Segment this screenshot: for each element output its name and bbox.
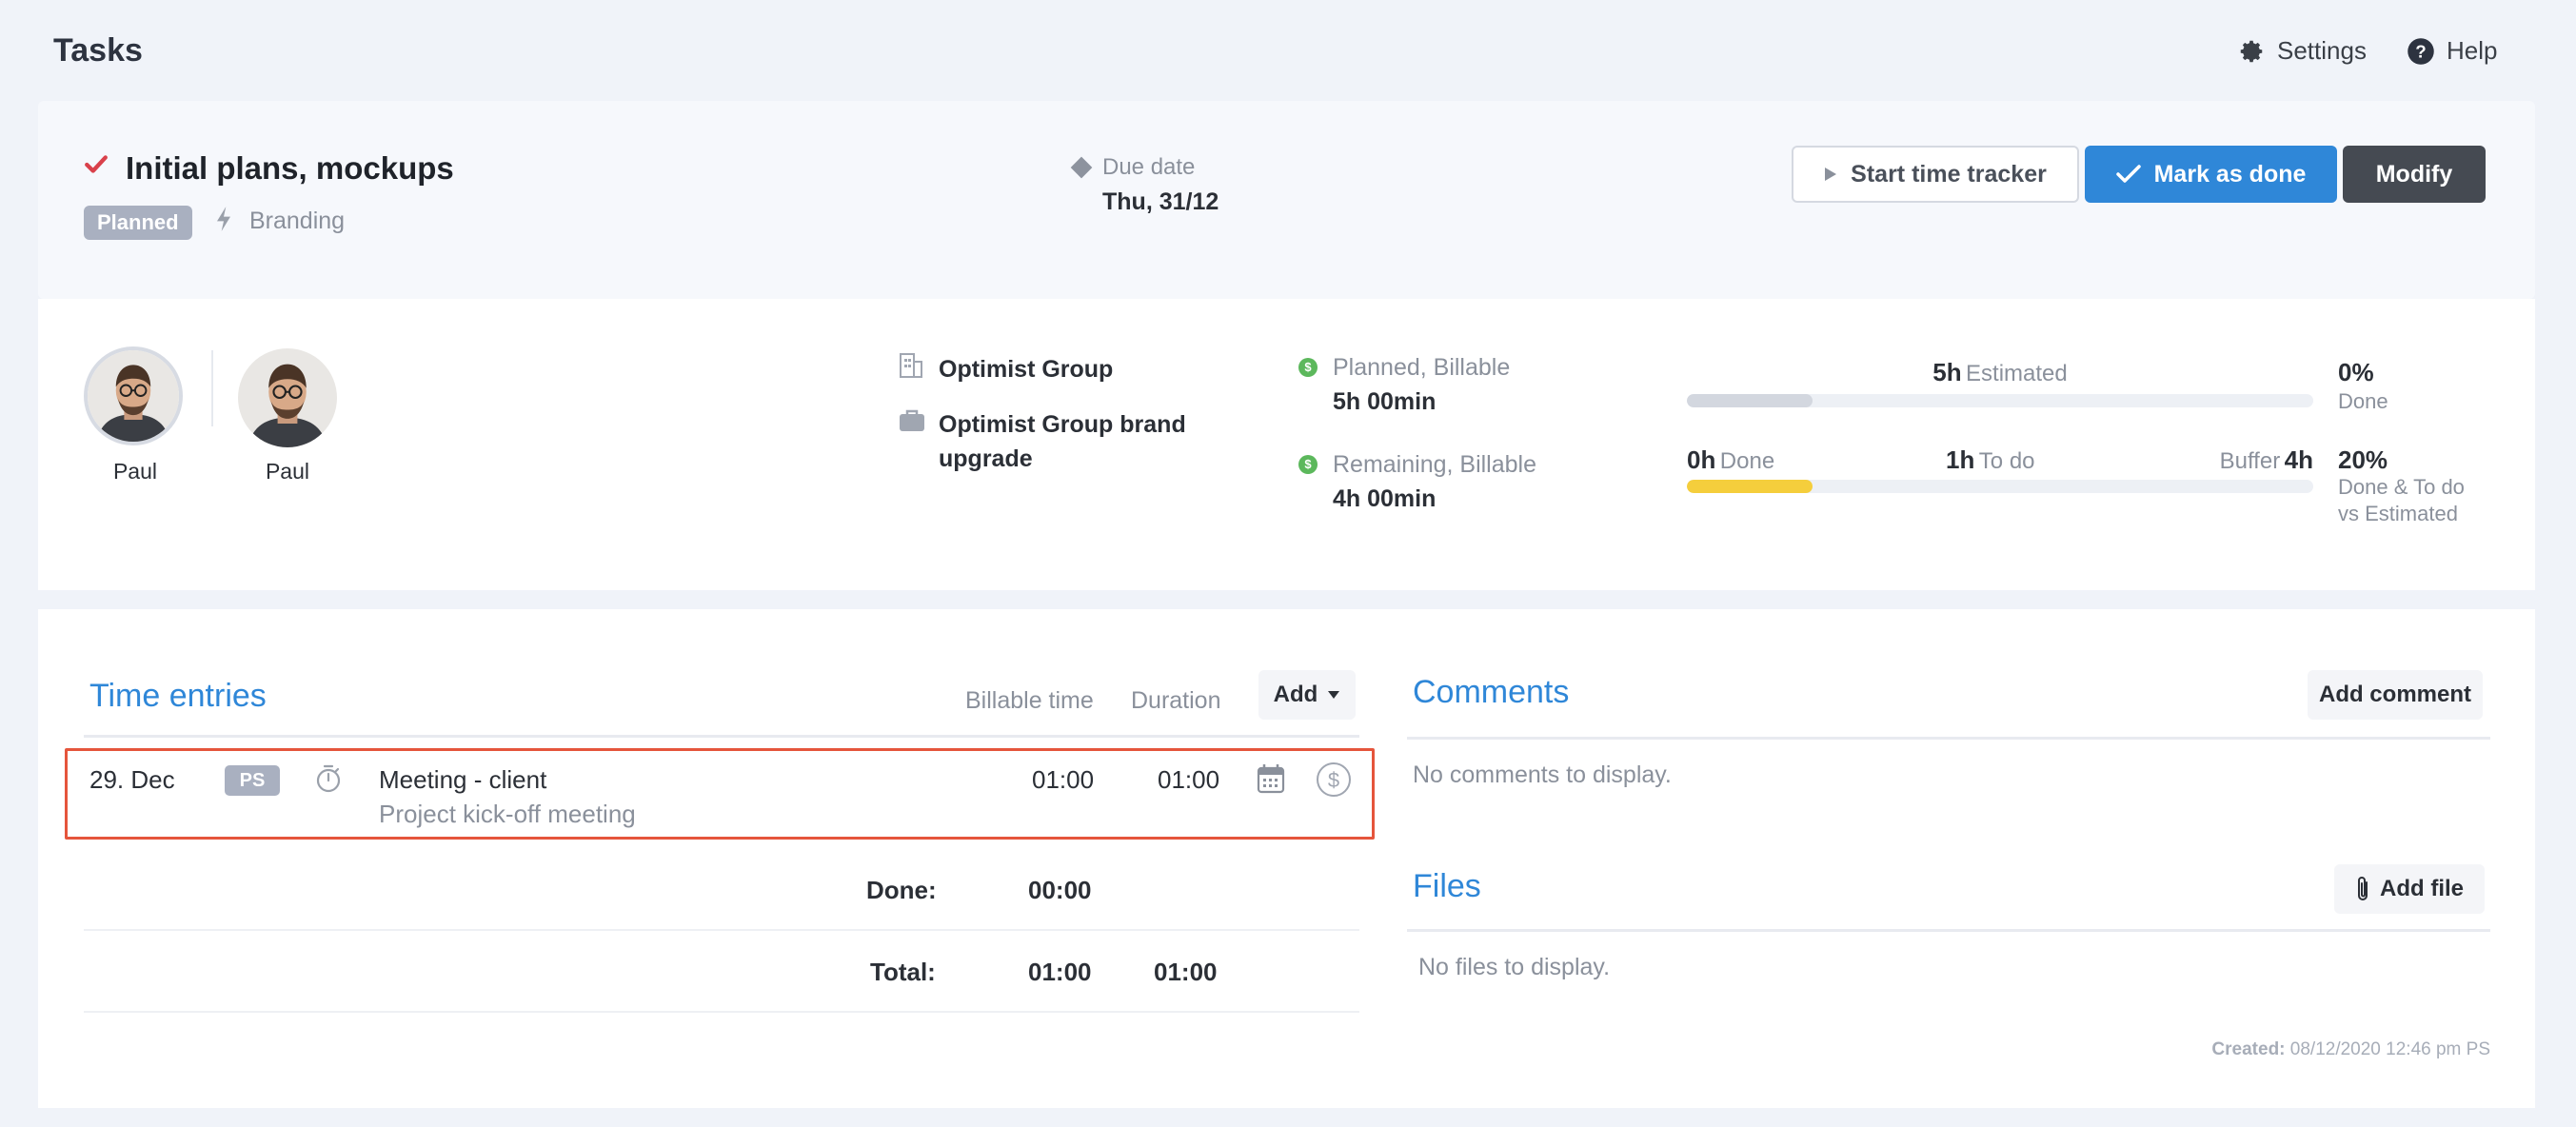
- estimated-progress-fill: [1687, 394, 1813, 407]
- comments-title: Comments: [1413, 674, 1570, 710]
- remaining-value: 4h 00min: [1333, 485, 1437, 512]
- divider: [211, 350, 213, 426]
- start-time-tracker-button[interactable]: Start time tracker: [1792, 146, 2079, 203]
- status-badge: Planned: [84, 206, 192, 240]
- paperclip-icon: [2358, 877, 2368, 900]
- avatar[interactable]: [84, 346, 183, 445]
- project-name[interactable]: Optimist Group brand upgrade: [939, 407, 1215, 476]
- entry-billable: 01:00: [1032, 765, 1095, 794]
- buffer-num: 4h: [2284, 445, 2313, 474]
- mark-as-done-button[interactable]: Mark as done: [2085, 146, 2337, 203]
- due-date-value: Thu, 31/12: [1102, 188, 1219, 215]
- start-time-tracker-label: Start time tracker: [1851, 160, 2047, 188]
- todo-label: To do: [1978, 448, 2035, 474]
- estimated-progress-bar: [1687, 394, 2313, 407]
- billable-time-header: Billable time: [965, 687, 1094, 714]
- entry-note: Project kick-off meeting: [379, 800, 636, 828]
- help-icon: ?: [2408, 37, 2434, 65]
- estimated-stat: 5h Estimated: [1687, 358, 2313, 387]
- help-link[interactable]: ? Help: [2407, 36, 2497, 66]
- done-total-value: 00:00: [1028, 876, 1092, 904]
- help-label: Help: [2447, 36, 2498, 65]
- files-title: Files: [1413, 868, 1481, 904]
- todo-percent-label-1: Done & To do: [2338, 475, 2465, 499]
- add-time-entry-button[interactable]: Add: [1258, 670, 1356, 720]
- page-title: Tasks: [53, 32, 143, 69]
- done-num: 0h: [1687, 445, 1716, 474]
- briefcase-icon: [900, 409, 924, 431]
- billable-dollar-icon[interactable]: $: [1316, 761, 1352, 798]
- comments-empty: No comments to display.: [1413, 761, 1672, 788]
- todo-percent: 20%: [2338, 445, 2388, 474]
- check-icon: [2115, 165, 2141, 183]
- done-percent-label: Done: [2338, 389, 2388, 413]
- divider: [1407, 737, 2490, 740]
- add-file-label: Add file: [2380, 876, 2464, 901]
- estimated-label: Estimated: [1966, 361, 2068, 386]
- modify-button[interactable]: Modify: [2343, 146, 2486, 203]
- total-billable: 01:00: [1028, 958, 1092, 986]
- user-initials-badge: PS: [225, 765, 280, 796]
- add-file-button[interactable]: Add file: [2334, 864, 2485, 914]
- billing-status-icon: $: [1298, 455, 1318, 474]
- entry-title: Meeting - client: [379, 765, 547, 794]
- done-stat: 0h Done: [1687, 445, 1774, 475]
- created-info: Created: 08/12/2020 12:46 pm PS: [2203, 1039, 2490, 1060]
- settings-label: Settings: [2277, 36, 2367, 65]
- files-empty: No files to display.: [1418, 954, 1611, 980]
- duration-header: Duration: [1131, 687, 1221, 714]
- add-label: Add: [1273, 682, 1318, 707]
- total-duration: 01:00: [1154, 958, 1218, 986]
- checkmark-icon: [85, 155, 108, 173]
- done-percent: 0%: [2338, 358, 2374, 386]
- caret-down-icon: [1328, 691, 1340, 699]
- total-label: Total:: [870, 958, 936, 986]
- calendar-icon[interactable]: [1257, 763, 1285, 794]
- todo-num: 1h: [1946, 445, 1975, 474]
- buffer-stat: Buffer 4h: [2123, 445, 2313, 475]
- created-value: 08/12/2020 12:46 pm PS: [2289, 1039, 2490, 1059]
- remaining-label: Remaining, Billable: [1333, 451, 1537, 478]
- todo-progress-fill: [1687, 480, 1813, 493]
- project-tag[interactable]: Branding: [249, 208, 345, 235]
- entry-date: 29. Dec: [89, 765, 175, 794]
- done-total-label: Done:: [866, 876, 937, 904]
- divider: [84, 735, 1359, 738]
- building-icon: [900, 353, 922, 378]
- assignee-name: Paul: [112, 459, 158, 484]
- avatar[interactable]: [238, 348, 337, 447]
- estimated-num: 5h: [1932, 358, 1962, 386]
- due-date-label: Due date: [1102, 154, 1196, 180]
- planned-label: Planned, Billable: [1333, 354, 1511, 381]
- gear-icon: [2240, 40, 2263, 62]
- planned-value: 5h 00min: [1333, 388, 1437, 415]
- created-label: Created:: [2211, 1039, 2286, 1059]
- add-comment-button[interactable]: Add comment: [2308, 670, 2483, 720]
- task-info-panel: [38, 299, 2535, 590]
- done-label: Done: [1719, 448, 1775, 474]
- divider: [84, 929, 1359, 931]
- divider: [84, 1011, 1359, 1013]
- bolt-icon: [217, 207, 230, 231]
- client-name[interactable]: Optimist Group: [939, 356, 1113, 384]
- svg-text:$: $: [1328, 768, 1339, 792]
- time-entries-title: Time entries: [89, 678, 267, 714]
- todo-percent-label-2: vs Estimated: [2338, 502, 2458, 525]
- task-title: Initial plans, mockups: [126, 150, 454, 186]
- billing-status-icon: $: [1298, 358, 1318, 377]
- buffer-label: Buffer: [2219, 448, 2281, 474]
- svg-text:?: ?: [2415, 41, 2426, 61]
- play-icon: [1825, 168, 1837, 181]
- stopwatch-icon[interactable]: [314, 763, 343, 794]
- settings-link[interactable]: Settings: [2237, 36, 2367, 66]
- entry-duration: 01:00: [1158, 765, 1220, 794]
- todo-progress-bar: [1687, 480, 2313, 493]
- assignee-name: Paul: [265, 459, 310, 484]
- mark-as-done-label: Mark as done: [2153, 160, 2307, 188]
- todo-stat: 1h To do: [1946, 445, 2035, 475]
- divider: [1407, 929, 2490, 932]
